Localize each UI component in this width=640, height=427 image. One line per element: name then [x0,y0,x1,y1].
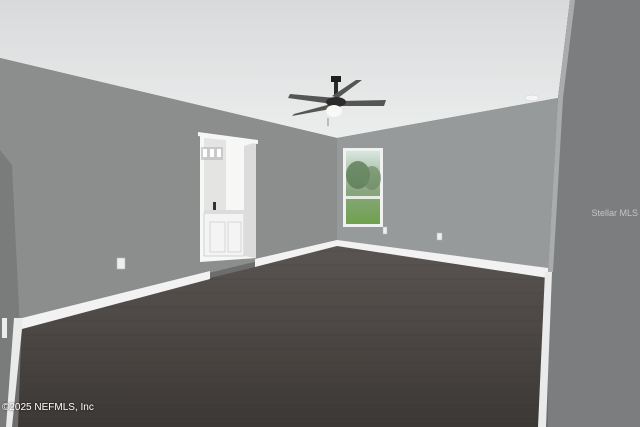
smoke-detector [524,94,540,102]
copyright-text: ©2025 NEFMLS, Inc [2,402,94,413]
wall-outlet-left [116,257,126,270]
wall-outlet-mid [382,226,388,235]
bathroom-doorway [198,132,258,262]
room-scene [0,0,640,427]
watermark-text: Stellar MLS [591,208,638,218]
vanity-light-fixture [201,147,223,160]
fan-blade [339,100,386,106]
light-switch [2,318,7,338]
wall-outlet-back [436,232,443,241]
window [343,148,383,227]
room-photo: Stellar MLS ©2025 NEFMLS, Inc [0,0,640,427]
fan-light [326,105,342,117]
